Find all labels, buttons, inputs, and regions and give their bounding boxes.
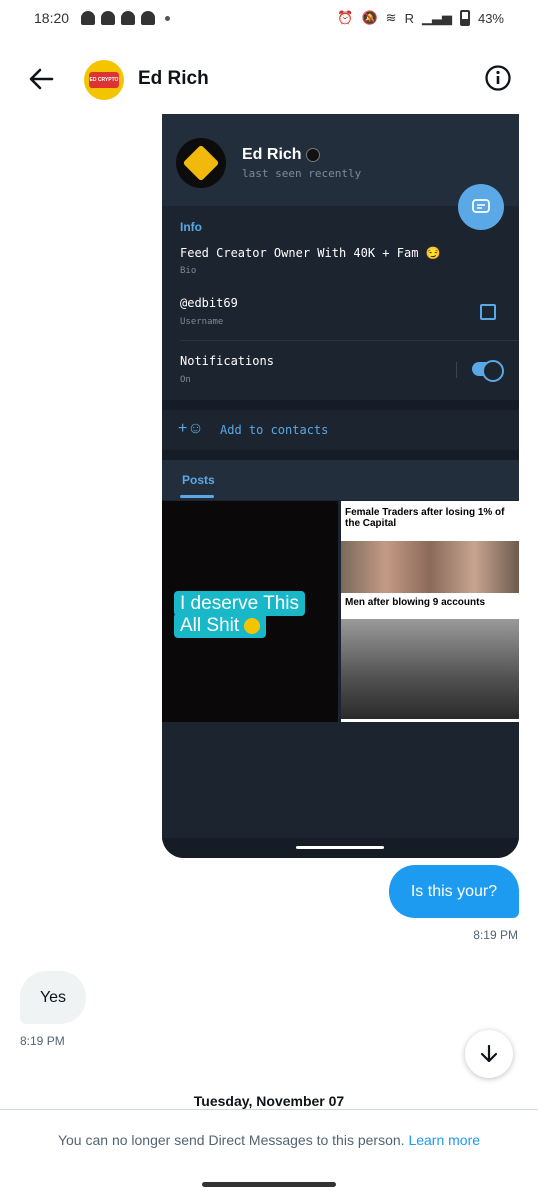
nav-bar bbox=[162, 838, 519, 858]
binance-logo-icon bbox=[182, 144, 220, 182]
post-text: All Shit bbox=[180, 615, 240, 636]
meme-caption: Men after blowing 9 accounts bbox=[345, 597, 486, 608]
battery-percent: 43% bbox=[477, 10, 504, 26]
arrow-down-icon bbox=[480, 1044, 498, 1063]
scroll-to-bottom-button[interactable] bbox=[465, 1030, 513, 1078]
info-title: Info bbox=[180, 220, 202, 234]
meme-caption: Female Traders after losing 1% of the Ca… bbox=[345, 507, 505, 529]
info-icon bbox=[485, 65, 511, 91]
learn-more-link[interactable]: Learn more bbox=[408, 1132, 480, 1148]
post-thumbnail: Female Traders after losing 1% of the Ca… bbox=[341, 501, 519, 722]
message-fab bbox=[458, 184, 504, 230]
bio-text: Feed Creator Owner With 40K + Fam 😏 bbox=[180, 246, 441, 260]
add-contacts-label: Add to contacts bbox=[220, 423, 329, 437]
status-bar: 18:20 ⏰ 🔕 ≋ R ▁▃▅ 43% bbox=[0, 0, 538, 36]
notifications-state: On bbox=[180, 375, 191, 385]
wifi-icon: ≋ bbox=[385, 10, 397, 25]
telegram-avatar bbox=[176, 138, 226, 188]
add-contacts-row: +☺ Add to contacts bbox=[162, 410, 519, 450]
home-indicator[interactable] bbox=[202, 1182, 336, 1187]
snapchat-icon bbox=[81, 11, 96, 25]
smile-emoji-icon bbox=[244, 617, 261, 634]
conversation-header: ED CRYPTO Ed Rich bbox=[0, 52, 538, 108]
divider bbox=[162, 450, 519, 460]
notifications-label: Notifications bbox=[180, 354, 274, 368]
tab-underline bbox=[180, 495, 214, 498]
back-button[interactable] bbox=[26, 64, 56, 94]
notifications-toggle bbox=[472, 360, 504, 382]
snapchat-icon bbox=[101, 11, 116, 25]
divider bbox=[180, 340, 519, 341]
divider bbox=[456, 362, 457, 378]
message-time: 8:19 PM bbox=[473, 928, 518, 942]
mute-icon: 🔕 bbox=[361, 10, 378, 25]
tab-posts: Posts bbox=[182, 473, 215, 487]
dm-disabled-notice: You can no longer send Direct Messages t… bbox=[0, 1132, 538, 1148]
date-separator: Tuesday, November 07 bbox=[193, 1093, 345, 1109]
message-time: 8:19 PM bbox=[20, 1034, 65, 1048]
chat-icon bbox=[472, 199, 490, 213]
notice-text: You can no longer send Direct Messages t… bbox=[57, 1132, 405, 1148]
arrow-left-icon bbox=[29, 68, 54, 90]
username-label: Username bbox=[180, 317, 224, 327]
home-indicator bbox=[296, 846, 384, 849]
avatar[interactable]: ED CRYPTO bbox=[84, 60, 124, 100]
divider bbox=[0, 1109, 538, 1110]
meme-image bbox=[341, 541, 519, 593]
alarm-icon: ⏰ bbox=[337, 10, 354, 25]
username-text: @edbit69 bbox=[180, 296, 238, 310]
telegram-status: last seen recently bbox=[242, 167, 362, 180]
info-button[interactable] bbox=[484, 64, 512, 92]
snapchat-icon bbox=[141, 11, 156, 25]
telegram-info-section: Info Feed Creator Owner With 40K + Fam 😏… bbox=[162, 206, 519, 400]
emoji-badge-icon bbox=[305, 147, 320, 162]
telegram-name: Ed Rich bbox=[242, 146, 302, 163]
qr-code-icon bbox=[480, 304, 496, 320]
status-time: 18:20 bbox=[34, 10, 70, 26]
image-message[interactable]: Ed Rich last seen recently Info Feed Cre… bbox=[162, 114, 519, 858]
meme-image bbox=[341, 619, 519, 719]
battery-icon bbox=[459, 10, 470, 26]
more-notifications-icon bbox=[165, 15, 171, 21]
avatar-label: ED CRYPTO bbox=[89, 72, 119, 88]
telegram-tabs: Posts bbox=[162, 460, 519, 500]
signal-icon: ▁▃▅ bbox=[421, 10, 452, 25]
conversation-title[interactable]: Ed Rich bbox=[138, 68, 209, 90]
add-user-icon: +☺ bbox=[178, 420, 204, 437]
bio-label: Bio bbox=[180, 266, 197, 276]
snapchat-icon bbox=[121, 11, 136, 25]
post-thumbnail: I deserve This All Shit bbox=[162, 501, 338, 722]
outgoing-message[interactable]: Is this your? bbox=[389, 865, 519, 918]
incoming-message[interactable]: Yes bbox=[20, 971, 86, 1024]
carrier-label: R bbox=[404, 10, 414, 26]
divider bbox=[162, 400, 519, 410]
